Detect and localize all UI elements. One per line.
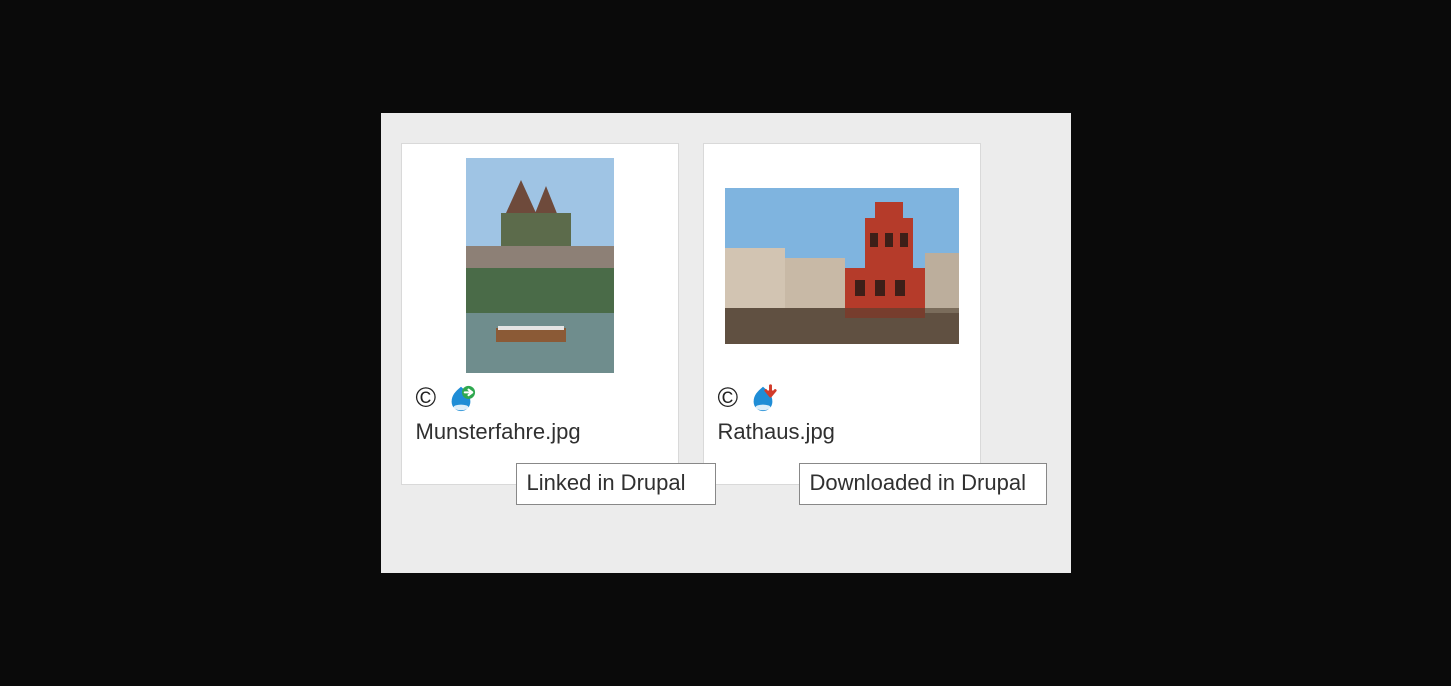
filename-label: Rathaus.jpg — [718, 419, 966, 445]
thumbnail-container — [718, 158, 966, 373]
asset-card[interactable]: © Munsterfahre.jpg — [401, 143, 679, 485]
asset-panel: © Munsterfahre.jpg — [381, 113, 1071, 573]
thumbnail-container — [416, 158, 664, 373]
asset-card[interactable]: © Rathaus.jpg — [703, 143, 981, 485]
filename-label: Munsterfahre.jpg — [416, 419, 664, 445]
tooltip-linked: Linked in Drupal — [516, 463, 716, 505]
drupal-linked-icon — [446, 383, 476, 413]
meta-row: © — [416, 383, 664, 413]
tooltip-downloaded: Downloaded in Drupal — [799, 463, 1047, 505]
thumbnail-image[interactable] — [466, 158, 614, 373]
copyright-icon: © — [416, 384, 437, 412]
copyright-icon: © — [718, 384, 739, 412]
drupal-downloaded-icon — [748, 383, 778, 413]
thumbnail-image[interactable] — [725, 188, 959, 344]
meta-row: © — [718, 383, 966, 413]
